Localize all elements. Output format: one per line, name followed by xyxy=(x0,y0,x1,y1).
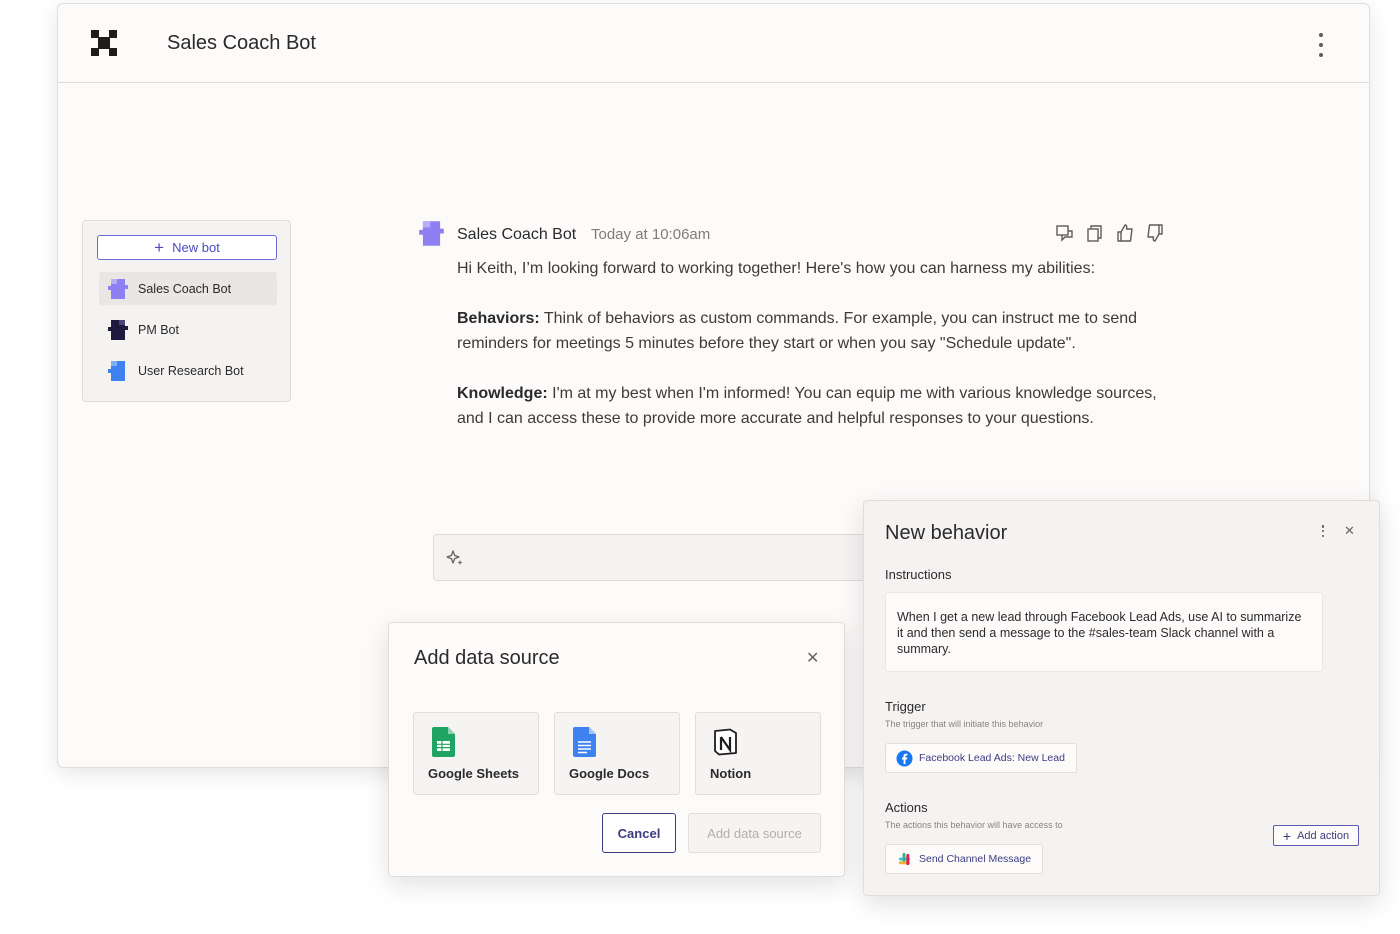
slack-icon xyxy=(898,852,911,865)
thumbs-down-icon[interactable] xyxy=(1145,223,1165,243)
message-sender: Sales Coach Bot xyxy=(457,226,577,243)
bot-avatar-icon xyxy=(419,221,444,246)
sparkle-icon xyxy=(446,550,463,565)
action-value: Send Channel Message xyxy=(919,853,1032,865)
instructions-input[interactable]: When I get a new lead through Facebook L… xyxy=(885,592,1323,672)
add-action-button[interactable]: + Add action xyxy=(1273,825,1359,846)
notion-card[interactable]: Notion xyxy=(695,712,821,795)
new-behavior-panel: New behavior ✕ Instructions When I get a… xyxy=(863,500,1380,896)
source-label: Google Sheets xyxy=(428,766,520,781)
message-knowledge: Knowledge: I'm at my best when I'm infor… xyxy=(457,381,1167,432)
instructions-label: Instructions xyxy=(885,567,952,582)
pm-bot-icon xyxy=(108,319,128,340)
google-sheets-card[interactable]: Google Sheets xyxy=(413,712,539,795)
cancel-button[interactable]: Cancel xyxy=(602,813,676,853)
more-options-icon[interactable] xyxy=(1316,33,1326,57)
trigger-chip[interactable]: Facebook Lead Ads: New Lead xyxy=(885,743,1077,773)
notion-icon xyxy=(714,728,737,756)
plus-icon: + xyxy=(1282,827,1292,844)
sidebar-item-label: PM Bot xyxy=(138,322,179,337)
sidebar-item-label: User Research Bot xyxy=(138,363,244,378)
behaviors-label: Behaviors: xyxy=(457,309,540,327)
trigger-description: The trigger that will initiate this beha… xyxy=(885,719,1044,729)
add-data-source-button: Add data source xyxy=(688,813,821,853)
behaviors-text: Think of behaviors as custom commands. F… xyxy=(457,309,1138,353)
message-actions xyxy=(1055,223,1165,243)
panel-title: New behavior xyxy=(885,522,1008,544)
close-icon[interactable]: ✕ xyxy=(806,651,819,667)
thumbs-up-icon[interactable] xyxy=(1115,223,1135,243)
message-timestamp: Today at 10:06am xyxy=(591,226,711,243)
google-docs-card[interactable]: Google Docs xyxy=(554,712,680,795)
new-bot-label: New bot xyxy=(172,240,220,255)
add-data-source-dialog: Add data source ✕ Google Sheets Google D… xyxy=(388,622,845,877)
add-action-label: Add action xyxy=(1297,829,1350,842)
app-title: Sales Coach Bot xyxy=(167,32,316,54)
sidebar-item-user-research-bot[interactable]: User Research Bot xyxy=(99,354,277,387)
message-greeting: Hi Keith, I’m looking forward to working… xyxy=(457,260,1096,277)
new-bot-button[interactable]: + New bot xyxy=(97,235,277,260)
source-label: Notion xyxy=(710,766,752,781)
message-behaviors: Behaviors: Think of behaviors as custom … xyxy=(457,306,1167,357)
app-header: Sales Coach Bot xyxy=(58,4,1369,83)
google-sheets-icon xyxy=(432,727,455,757)
sidebar-item-pm-bot[interactable]: PM Bot xyxy=(99,313,277,346)
google-docs-icon xyxy=(573,727,596,757)
message-body: Hi Keith, I’m looking forward to working… xyxy=(457,256,1167,456)
user-research-bot-icon xyxy=(108,360,125,381)
dialog-title: Add data source xyxy=(414,647,560,669)
knowledge-text: I'm at my best when I'm informed! You ca… xyxy=(457,384,1157,428)
knowledge-label: Knowledge: xyxy=(457,384,548,402)
facebook-icon xyxy=(896,749,913,767)
trigger-label: Trigger xyxy=(885,699,926,714)
plus-icon: + xyxy=(154,238,165,257)
app-logo-icon xyxy=(91,30,117,56)
sidebar-item-label: Sales Coach Bot xyxy=(138,281,232,296)
more-options-icon[interactable] xyxy=(1320,525,1326,537)
close-icon[interactable]: ✕ xyxy=(1344,524,1355,537)
sales-coach-bot-icon xyxy=(108,278,128,299)
trigger-value: Facebook Lead Ads: New Lead xyxy=(919,752,1065,764)
copy-icon[interactable] xyxy=(1085,223,1105,243)
sidebar-item-sales-coach-bot[interactable]: Sales Coach Bot xyxy=(99,272,277,305)
actions-label: Actions xyxy=(885,800,928,815)
speech-bubbles-icon[interactable] xyxy=(1055,223,1075,243)
bot-sidebar: + New bot Sales Coach Bot PM Bot User Re… xyxy=(82,220,291,402)
source-label: Google Docs xyxy=(569,766,650,781)
action-chip[interactable]: Send Channel Message xyxy=(885,844,1044,874)
chat-input[interactable] xyxy=(433,534,873,581)
actions-description: The actions this behavior will have acce… xyxy=(885,820,1063,830)
